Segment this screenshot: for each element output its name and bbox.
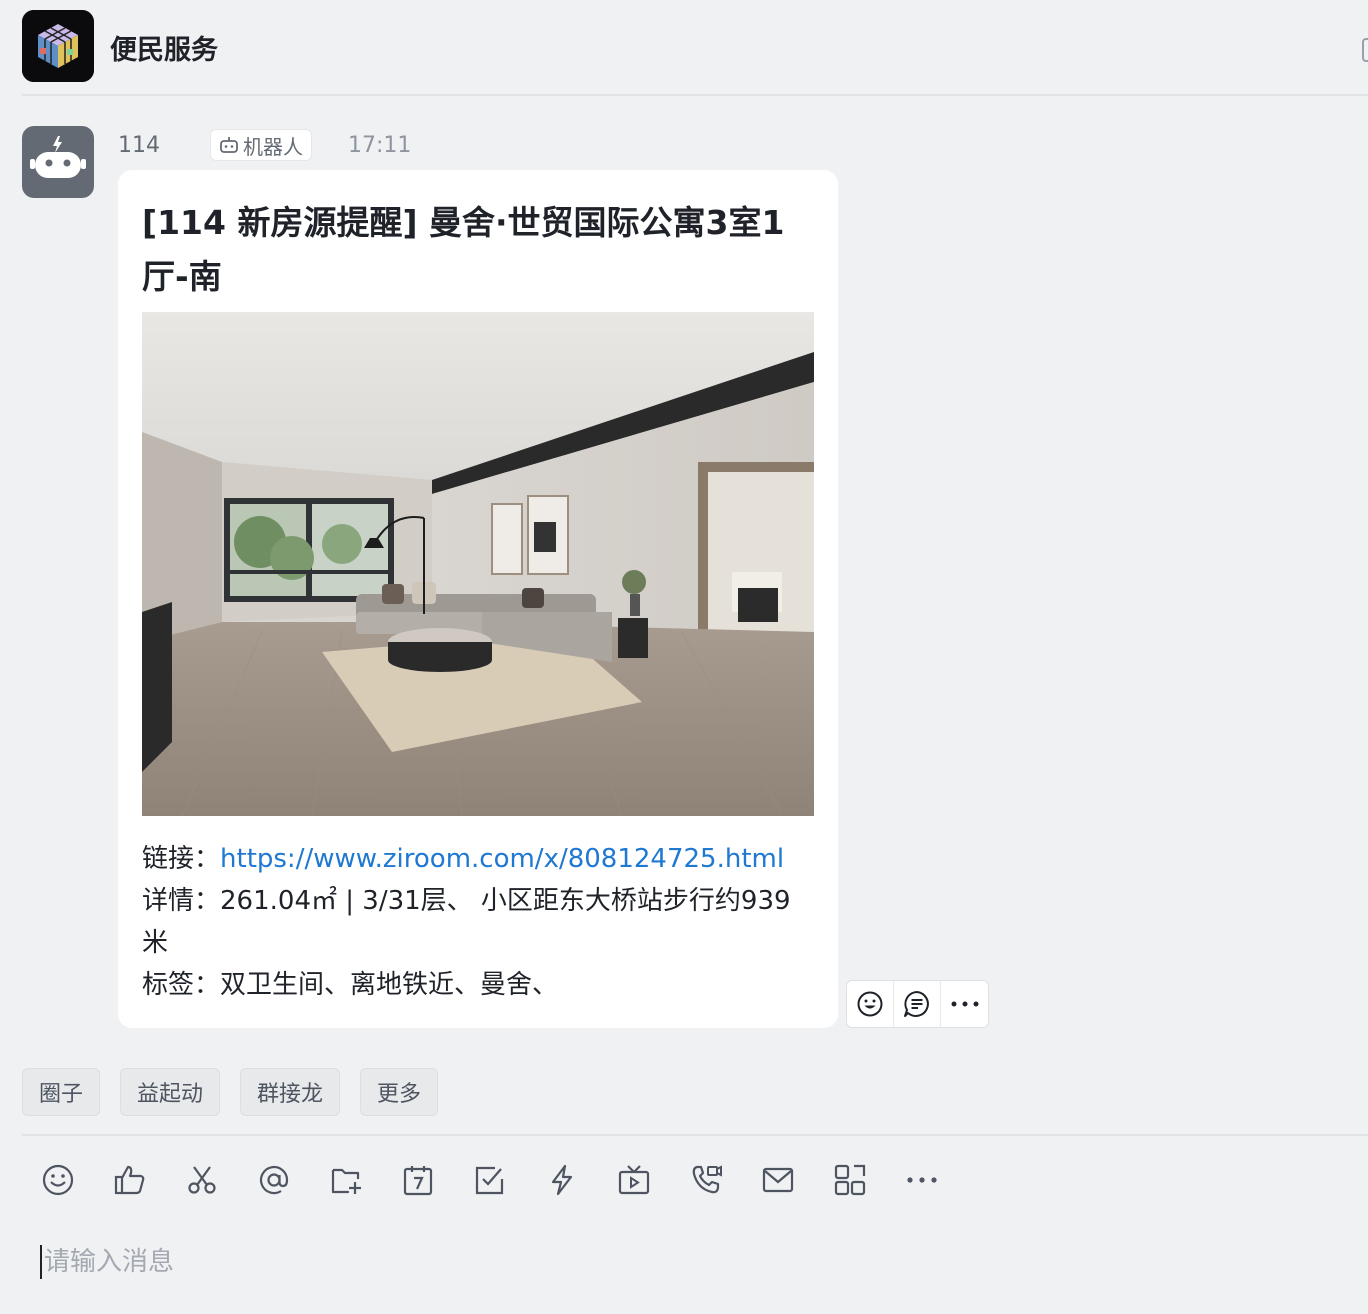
group-avatar[interactable] xyxy=(22,10,94,82)
emoji-reaction-icon xyxy=(857,991,883,1017)
composer-divider xyxy=(22,1134,1368,1136)
lightning-icon xyxy=(551,1164,573,1196)
listing-link[interactable]: https://www.ziroom.com/x/808124725.html xyxy=(220,844,784,874)
thumbs-up-icon xyxy=(114,1165,145,1195)
message-time: 17:11 xyxy=(348,132,412,158)
rubiks-cube-icon xyxy=(22,10,94,82)
details-value: 261.04㎡ | 3/31层、 小区距东大桥站步行约939米 xyxy=(142,886,791,958)
scissors-icon xyxy=(188,1166,216,1194)
emoji-button[interactable] xyxy=(36,1158,80,1202)
reply-thread-button[interactable] xyxy=(894,981,941,1027)
at-icon xyxy=(259,1165,289,1195)
chip-yiqidong[interactable]: 益起动 xyxy=(120,1068,221,1116)
chip-circle[interactable]: 圈子 xyxy=(22,1068,101,1116)
bot-badge: 机器人 xyxy=(210,129,312,161)
thumbs-up-button[interactable] xyxy=(108,1158,152,1202)
more-tools-button[interactable] xyxy=(900,1158,944,1202)
robot-badge-icon xyxy=(220,137,238,153)
task-checkbox-icon xyxy=(475,1166,504,1195)
mail-button[interactable] xyxy=(756,1158,800,1202)
link-line: 链接：https://www.ziroom.com/x/808124725.ht… xyxy=(142,838,802,880)
message-card[interactable]: [114 新房源提醒] 曼舍·世贸国际公寓3室1厅-南 链接：https://w… xyxy=(118,170,838,1028)
more-actions-button[interactable] xyxy=(941,981,988,1027)
emoji-icon xyxy=(42,1164,74,1196)
apps-grid-icon xyxy=(834,1164,866,1196)
details-label: 详情： xyxy=(142,886,221,916)
calendar-icon xyxy=(403,1166,433,1196)
quick-apps: 圈子 益起动 群接龙 更多 xyxy=(22,1068,458,1116)
reply-thread-icon xyxy=(904,991,929,1017)
mail-icon xyxy=(762,1167,794,1193)
card-title: [114 新房源提醒] 曼舍·世贸国际公寓3室1厅-南 xyxy=(142,203,785,296)
folder-add-icon xyxy=(331,1168,361,1194)
text-caret xyxy=(40,1245,42,1279)
details-line: 详情：261.04㎡ | 3/31层、 小区距东大桥站步行约939米 xyxy=(142,880,802,964)
live-tv-icon xyxy=(618,1165,650,1195)
chip-group-relay[interactable]: 群接龙 xyxy=(240,1068,341,1116)
chat-header: 便民服务 xyxy=(22,10,1368,96)
live-button[interactable] xyxy=(612,1158,656,1202)
task-button[interactable] xyxy=(468,1158,512,1202)
bot-avatar[interactable] xyxy=(22,126,94,198)
sender-name[interactable]: 114 xyxy=(118,133,160,158)
send-file-button[interactable] xyxy=(324,1158,368,1202)
living-room-photo[interactable] xyxy=(142,312,814,816)
sidebar-toggle-icon[interactable] xyxy=(1362,38,1368,62)
tags-line: 标签：双卫生间、离地铁近、曼舍、 xyxy=(142,964,802,1006)
apps-button[interactable] xyxy=(828,1158,872,1202)
chip-more[interactable]: 更多 xyxy=(360,1068,439,1116)
emoji-reaction-button[interactable] xyxy=(847,981,894,1027)
tags-label: 标签： xyxy=(142,970,221,1000)
bot-badge-label: 机器人 xyxy=(243,134,303,159)
calendar-button[interactable] xyxy=(396,1158,440,1202)
card-body: 链接：https://www.ziroom.com/x/808124725.ht… xyxy=(142,838,802,1006)
screenshot-button[interactable] xyxy=(180,1158,224,1202)
more-icon xyxy=(951,1001,978,1007)
video-call-button[interactable] xyxy=(684,1158,728,1202)
link-label: 链接： xyxy=(142,844,221,874)
chat-title: 便民服务 xyxy=(110,35,218,66)
robot-icon xyxy=(30,136,86,178)
composer-toolbar xyxy=(36,1158,972,1202)
quick-action-button[interactable] xyxy=(540,1158,584,1202)
tags-value: 双卫生间、离地铁近、曼舍、 xyxy=(220,970,559,1000)
message-meta: 114 机器人 17:11 xyxy=(118,128,411,162)
message-actions xyxy=(846,980,989,1028)
video-call-icon xyxy=(692,1165,722,1194)
message-input[interactable] xyxy=(44,1247,944,1277)
mention-button[interactable] xyxy=(252,1158,296,1202)
message-composer xyxy=(40,1242,944,1282)
more-icon xyxy=(907,1177,937,1183)
